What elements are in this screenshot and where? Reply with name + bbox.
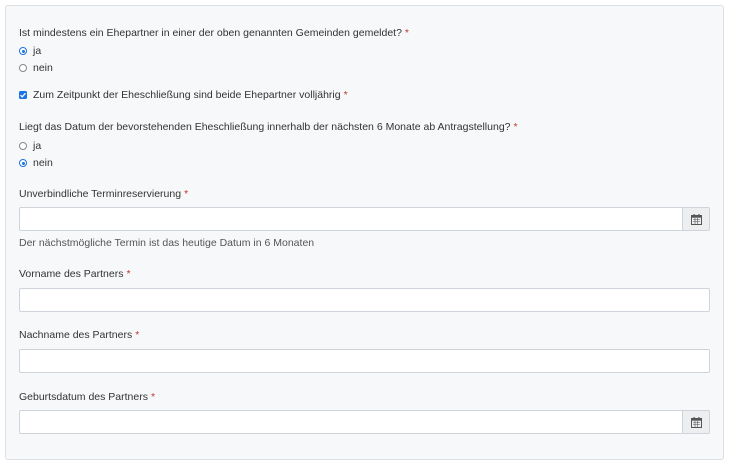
reservation-label-text: Unverbindliche Terminreservierung — [19, 188, 182, 200]
radio-label: nein — [33, 157, 53, 169]
radio-within-nein[interactable]: nein — [19, 157, 53, 169]
required-marker: * — [135, 329, 140, 341]
firstname-label: Vorname des Partners * — [19, 268, 131, 280]
birthdate-label-text: Geburtsdatum des Partners — [19, 391, 148, 403]
birthdate-input[interactable] — [19, 410, 710, 434]
question-registered-label: Ist mindestens ein Ehepartner in einer d… — [19, 27, 409, 39]
radio-registered-ja[interactable]: ja — [19, 45, 41, 57]
lastname-input[interactable] — [19, 349, 710, 373]
radio-button[interactable] — [19, 142, 27, 150]
radio-label: ja — [33, 45, 42, 57]
calendar-icon — [690, 416, 702, 428]
calendar-icon — [690, 213, 702, 225]
lastname-label: Nachname des Partners * — [19, 329, 139, 341]
lastname-label-text: Nachname des Partners — [19, 329, 133, 341]
question-date-within-label: Liegt das Datum der bevorstehenden Ehesc… — [19, 121, 518, 133]
firstname-label-text: Vorname des Partners — [19, 268, 124, 280]
radio-within-ja[interactable]: ja — [19, 140, 41, 152]
required-marker: * — [184, 188, 189, 200]
radio-registered-nein[interactable]: nein — [19, 62, 53, 74]
checkbox-label: Zum Zeitpunkt der Eheschließung sind bei… — [33, 89, 341, 101]
reservation-date-input[interactable] — [19, 207, 710, 231]
checkmark-icon — [20, 92, 26, 98]
birthdate-label: Geburtsdatum des Partners * — [19, 391, 155, 403]
checkbox-adult[interactable]: Zum Zeitpunkt der Eheschließung sind bei… — [19, 89, 348, 101]
reservation-label: Unverbindliche Terminreservierung * — [19, 188, 188, 200]
birthdate-calendar-button[interactable] — [682, 411, 709, 433]
firstname-input[interactable] — [19, 288, 710, 312]
required-marker: * — [150, 391, 156, 403]
reservation-calendar-button[interactable] — [682, 208, 709, 230]
question-date-within-text: Liegt das Datum der bevorstehenden Ehesc… — [19, 121, 511, 133]
radio-button[interactable] — [19, 64, 27, 72]
radio-label: ja — [33, 140, 42, 152]
question-registered-text: Ist mindestens ein Ehepartner in einer d… — [19, 27, 402, 39]
checkbox-checked[interactable] — [19, 91, 27, 99]
required-marker: * — [343, 89, 348, 101]
radio-label: nein — [33, 62, 53, 74]
required-marker: * — [126, 268, 131, 280]
required-marker: * — [513, 121, 518, 133]
radio-button-checked[interactable] — [19, 47, 27, 55]
reservation-help-text: Der nächstmögliche Termin ist das heutig… — [19, 237, 315, 249]
radio-button-checked[interactable] — [19, 159, 27, 167]
form-panel: Ist mindestens ein Ehepartner in einer d… — [5, 5, 724, 460]
required-marker: * — [404, 27, 410, 39]
